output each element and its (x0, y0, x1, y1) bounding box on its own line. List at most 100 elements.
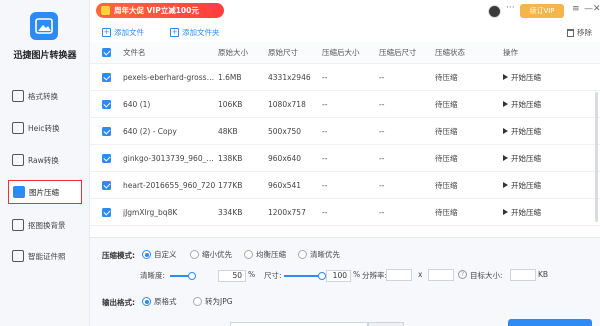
add-folder-button[interactable]: + 添加文件夹 (170, 27, 220, 38)
mode-balanced-radio[interactable]: 均衡压缩 (244, 249, 286, 260)
clarity-slider[interactable] (170, 272, 196, 280)
sidebar: 迅捷图片转换器 格式转换 Heic转换 Raw转换 图片压缩 抠图换背景 智能证… (0, 0, 90, 326)
more-icon[interactable]: ··· (506, 3, 515, 13)
table-row[interactable]: jJgmXlrg_bq8K 334KB 1200x757 -- -- 待压缩 开… (90, 199, 600, 226)
slider-knob[interactable] (188, 272, 196, 280)
title-bar: 周年大促 VIP立减100元 ··· 续订VIP ≡ — ✕ (90, 0, 600, 22)
cell-filename: 640 (2) - Copy (123, 126, 177, 136)
sidebar-item-label: Raw转换 (28, 155, 59, 165)
radio-dot (142, 250, 151, 259)
row-checkbox[interactable] (102, 180, 111, 190)
header-compressed-dims: 压缩后尺寸 (379, 48, 417, 57)
cell-compressed-dims: -- (379, 180, 385, 190)
output-path-field[interactable] (230, 322, 368, 326)
sidebar-item-label: 格式转换 (28, 91, 58, 101)
size-slider[interactable] (284, 272, 326, 280)
cell-status: 待压缩 (435, 126, 458, 136)
select-all-checkbox[interactable] (102, 48, 111, 57)
sidebar-item-label: 智能证件照 (28, 251, 66, 261)
slider-knob[interactable] (318, 272, 326, 280)
format-original-radio[interactable]: 原格式 (142, 296, 177, 307)
sidebar-item-cutout-background[interactable]: 抠图换背景 (8, 213, 82, 237)
start-compress-button[interactable]: 开始压缩 (503, 180, 541, 191)
target-size-unit: KB (538, 270, 549, 279)
row-checkbox[interactable] (102, 207, 111, 217)
start-compress-button[interactable]: 开始压缩 (503, 153, 541, 164)
heic-icon (12, 122, 24, 134)
cell-status: 待压缩 (435, 153, 458, 163)
clarity-percent: % (248, 270, 256, 279)
resolution-x: x (418, 270, 423, 279)
avatar[interactable] (488, 5, 501, 18)
cell-compressed-size: -- (322, 99, 328, 109)
row-checkbox[interactable] (102, 99, 111, 109)
format-jpg-radio[interactable]: 转为JPG (193, 296, 233, 307)
play-icon (503, 182, 508, 188)
resolution-width-input[interactable] (386, 269, 412, 281)
cell-compressed-size: -- (322, 72, 328, 82)
sidebar-item-image-compress[interactable]: 图片压缩 (8, 180, 82, 204)
cell-dims: 500x750 (268, 126, 302, 136)
table-row[interactable]: pexels-eberhard-grossgas... 1.6MB 4331x2… (90, 64, 600, 91)
cell-compressed-dims: -- (379, 72, 385, 82)
size-input[interactable]: 100 (326, 270, 351, 282)
row-checkbox[interactable] (102, 126, 111, 136)
promo-banner[interactable]: 周年大促 VIP立减100元 (96, 3, 224, 18)
table-header: 文件名 原始大小 原始尺寸 压缩后大小 压缩后尺寸 压缩状态 操作 (90, 42, 600, 64)
menu-icon[interactable]: ≡ (572, 4, 580, 14)
row-checkbox[interactable] (102, 153, 111, 163)
clarity-label: 清晰度: (140, 271, 166, 280)
row-checkbox[interactable] (102, 72, 111, 82)
cell-compressed-size: -- (322, 180, 328, 190)
sidebar-item-format-convert[interactable]: 格式转换 (8, 84, 82, 108)
play-icon (503, 128, 508, 134)
radio-dot (193, 297, 202, 306)
add-file-button[interactable]: + 添加文件 (102, 27, 144, 38)
compress-mode-label: 压缩模式: (102, 251, 135, 260)
table-row[interactable]: 640 (2) - Copy 48KB 500x750 -- -- 待压缩 开始… (90, 118, 600, 145)
radio-dot (244, 250, 253, 259)
info-icon[interactable]: ? (458, 270, 467, 279)
add-folder-label: 添加文件夹 (182, 28, 220, 37)
table-scrollbar[interactable] (595, 92, 598, 222)
start-all-button[interactable] (508, 319, 592, 326)
sidebar-item-id-photo[interactable]: 智能证件照 (8, 244, 82, 268)
cell-compressed-size: -- (322, 153, 328, 163)
renew-vip-button[interactable]: 续订VIP (520, 4, 564, 18)
target-size-label: 目标大小: (470, 271, 503, 280)
cell-size: 334KB (218, 207, 243, 217)
mode-clarity-radio[interactable]: 清晰优先 (298, 249, 340, 260)
table-row[interactable]: 640 (1) 106KB 1080x718 -- -- 待压缩 开始压缩 (90, 91, 600, 118)
minimize-icon[interactable]: — (584, 4, 593, 14)
compress-icon (13, 186, 25, 198)
sidebar-item-heic-convert[interactable]: Heic转换 (8, 116, 82, 140)
start-compress-button[interactable]: 开始压缩 (503, 72, 541, 83)
header-status: 压缩状态 (435, 48, 465, 57)
cell-compressed-dims: -- (379, 153, 385, 163)
start-compress-button[interactable]: 开始压缩 (503, 126, 541, 137)
cell-dims: 960x541 (268, 180, 302, 190)
resolution-height-input[interactable] (428, 269, 454, 281)
sidebar-item-raw-convert[interactable]: Raw转换 (8, 148, 82, 172)
size-label: 尺寸: (264, 271, 282, 280)
remove-button[interactable]: 移除 (567, 27, 592, 38)
resolution-label: 分辨率: (362, 271, 388, 280)
add-file-icon: + (102, 28, 111, 37)
start-compress-button[interactable]: 开始压缩 (503, 207, 541, 218)
close-icon[interactable]: ✕ (593, 4, 600, 14)
output-format-label: 输出格式: (102, 298, 135, 307)
clarity-input[interactable]: 50 (218, 270, 246, 282)
change-path-button[interactable] (368, 322, 404, 326)
mode-smaller-radio[interactable]: 缩小优先 (190, 249, 232, 260)
mode-custom-radio[interactable]: 自定义 (142, 249, 177, 260)
trash-icon (567, 28, 574, 37)
table-row[interactable]: heart-2016655_960_720 177KB 960x541 -- -… (90, 172, 600, 199)
add-folder-icon: + (170, 28, 179, 37)
play-icon (503, 101, 508, 107)
sidebar-item-label: 图片压缩 (29, 187, 59, 197)
start-compress-button[interactable]: 开始压缩 (503, 99, 541, 110)
target-size-input[interactable] (510, 269, 536, 281)
play-icon (503, 209, 508, 215)
table-row[interactable]: ginkgo-3013739_960_720 138KB 960x640 -- … (90, 145, 600, 172)
toolbar: + 添加文件 + 添加文件夹 移除 (90, 22, 600, 42)
